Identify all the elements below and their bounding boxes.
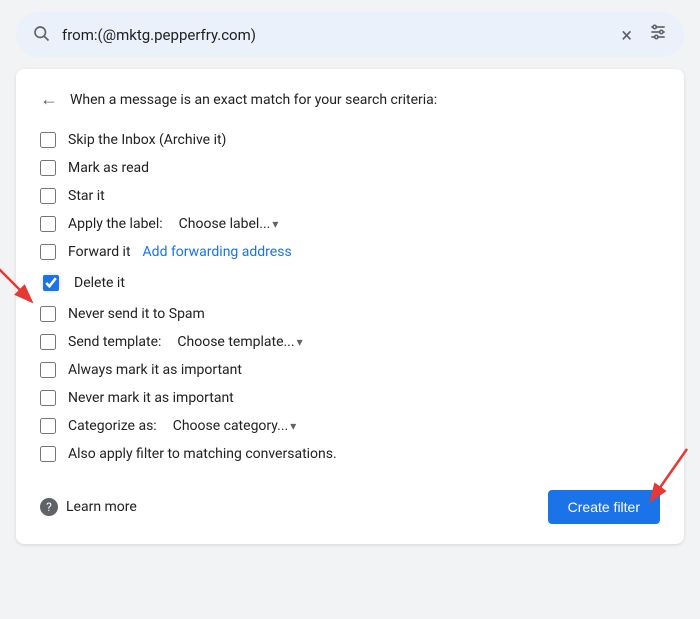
never-spam-checkbox[interactable] — [40, 306, 56, 322]
option-send-template: Send template: Choose template... ▾ — [40, 328, 660, 356]
skip-inbox-label[interactable]: Skip the Inbox (Archive it) — [68, 132, 226, 148]
option-never-spam: Never send it to Spam — [40, 300, 660, 328]
never-important-label[interactable]: Never mark it as important — [68, 390, 234, 406]
option-mark-read: Mark as read — [40, 154, 660, 182]
category-dropdown-text: Choose category... — [173, 418, 289, 434]
category-dropdown[interactable]: Choose category... ▾ — [173, 418, 297, 434]
option-skip-inbox: Skip the Inbox (Archive it) — [40, 126, 660, 154]
search-query-text: from:(@mktg.pepperfry.com) — [62, 26, 609, 44]
never-important-checkbox[interactable] — [40, 390, 56, 406]
search-icon — [32, 24, 50, 46]
mark-read-label[interactable]: Mark as read — [68, 160, 149, 176]
categorize-checkbox[interactable] — [40, 418, 56, 434]
back-row: ← When a message is an exact match for y… — [40, 89, 660, 110]
mark-read-checkbox[interactable] — [40, 160, 56, 176]
option-categorize: Categorize as: Choose category... ▾ — [40, 412, 660, 440]
skip-inbox-checkbox[interactable] — [40, 132, 56, 148]
label-dropdown[interactable]: Choose label... ▾ — [179, 216, 279, 232]
add-forwarding-link[interactable]: Add forwarding address — [143, 244, 292, 260]
help-icon[interactable]: ? — [40, 498, 58, 516]
options-list: Skip the Inbox (Archive it) Mark as read… — [40, 126, 660, 468]
category-dropdown-arrow: ▾ — [290, 419, 296, 433]
learn-more-row: ? Learn more — [40, 498, 137, 516]
option-always-important: Always mark it as important — [40, 356, 660, 384]
search-options-icon[interactable] — [648, 22, 668, 47]
always-important-checkbox[interactable] — [40, 362, 56, 378]
footer-row: ? Learn more Create filter — [40, 486, 660, 524]
option-also-apply: Also apply filter to matching conversati… — [40, 440, 660, 468]
option-apply-label: Apply the label: Choose label... ▾ — [40, 210, 660, 238]
option-delete-it: Delete it — [40, 266, 660, 300]
apply-label-checkbox[interactable] — [40, 216, 56, 232]
send-template-text: Send template: — [68, 334, 161, 350]
star-it-checkbox[interactable] — [40, 188, 56, 204]
star-it-label[interactable]: Star it — [68, 188, 105, 204]
search-bar: from:(@mktg.pepperfry.com) × — [16, 12, 684, 57]
label-dropdown-text: Choose label... — [179, 216, 271, 232]
forward-it-label: Forward it — [68, 244, 131, 260]
send-template-checkbox[interactable] — [40, 334, 56, 350]
delete-it-checkbox[interactable] — [43, 275, 59, 291]
option-star-it: Star it — [40, 182, 660, 210]
apply-label-text: Apply the label: — [68, 216, 163, 232]
delete-it-label[interactable]: Delete it — [74, 275, 125, 291]
option-forward-it: Forward it Add forwarding address — [40, 238, 660, 266]
template-dropdown-arrow: ▾ — [297, 335, 303, 349]
learn-more-text[interactable]: Learn more — [66, 499, 137, 515]
also-apply-checkbox[interactable] — [40, 446, 56, 462]
filter-panel: ← When a message is an exact match for y… — [16, 69, 684, 544]
also-apply-label[interactable]: Also apply filter to matching conversati… — [68, 446, 337, 462]
template-dropdown-text: Choose template... — [177, 334, 294, 350]
red-arrow-left — [0, 252, 42, 312]
back-button[interactable]: ← — [40, 89, 58, 110]
template-dropdown[interactable]: Choose template... ▾ — [177, 334, 302, 350]
never-spam-label[interactable]: Never send it to Spam — [68, 306, 205, 322]
option-never-important: Never mark it as important — [40, 384, 660, 412]
label-dropdown-arrow: ▾ — [272, 217, 278, 231]
search-clear-button[interactable]: × — [621, 23, 632, 47]
create-filter-button[interactable]: Create filter — [548, 490, 660, 524]
always-important-label[interactable]: Always mark it as important — [68, 362, 242, 378]
categorize-text: Categorize as: — [68, 418, 157, 434]
delete-it-circle — [40, 272, 62, 294]
criteria-label: When a message is an exact match for you… — [70, 92, 437, 108]
forward-it-checkbox[interactable] — [40, 244, 56, 260]
